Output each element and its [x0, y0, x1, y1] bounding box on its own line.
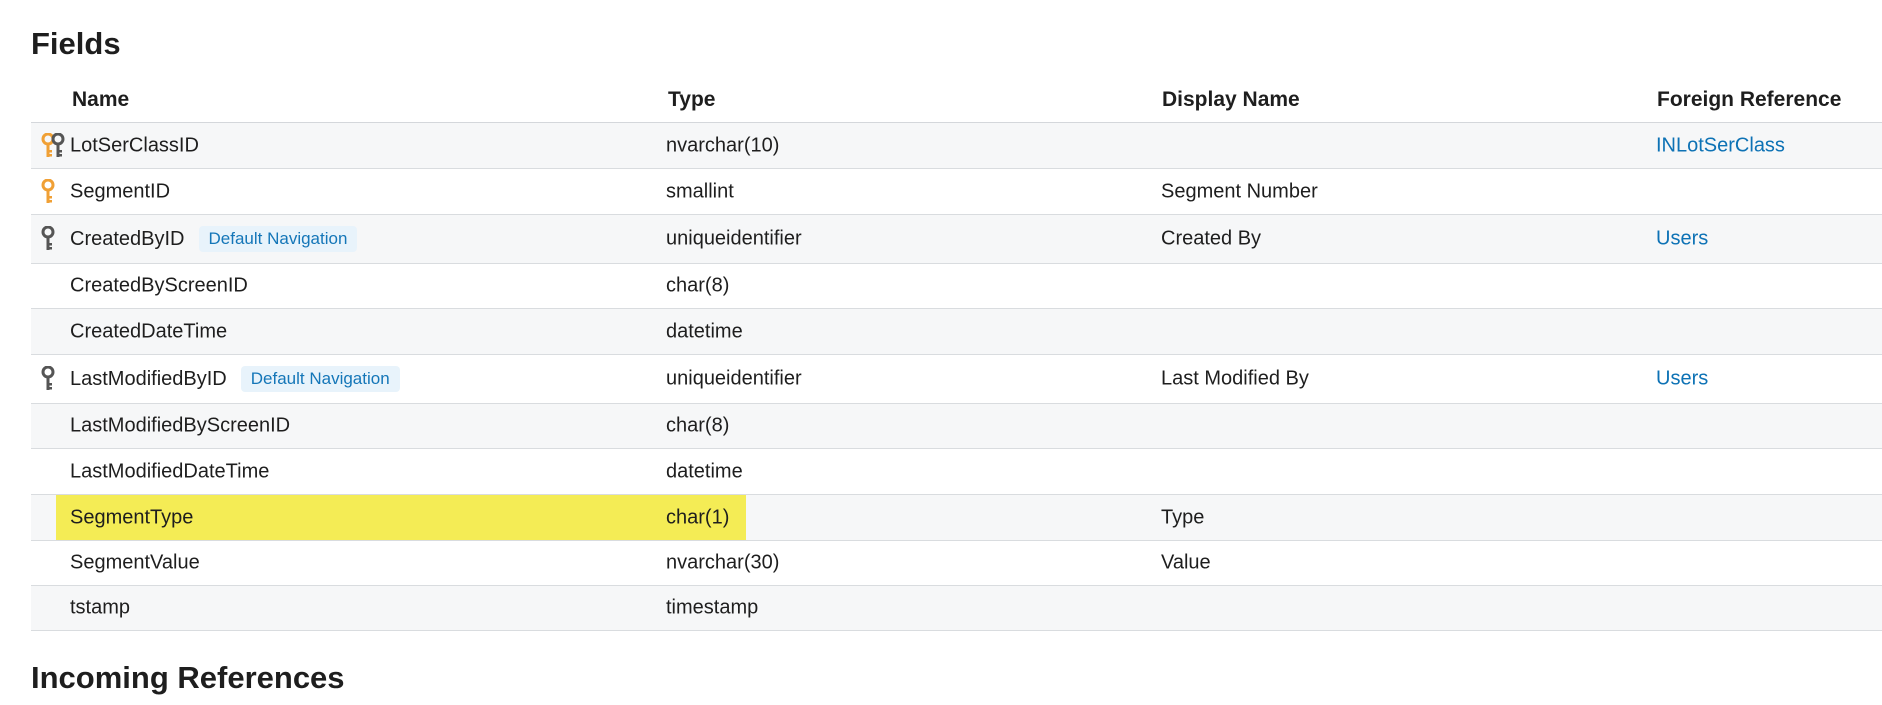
key-icon-group: [41, 132, 65, 159]
field-type: datetime: [666, 460, 743, 482]
foreign-key-icon: [41, 226, 55, 252]
foreign-reference-link[interactable]: Users: [1656, 228, 1708, 251]
default-navigation-badge[interactable]: Default Navigation: [240, 366, 400, 392]
key-icon-group: [41, 226, 55, 252]
table-row: SegmentID smallint Segment Number: [31, 169, 1882, 215]
field-name-cell: CreatedByScreenID: [70, 275, 248, 298]
table-row: SegmentType char(1) Type: [31, 495, 1882, 541]
field-display-name: Created By: [1161, 227, 1262, 250]
key-icon-group: [41, 366, 55, 392]
field-name: LastModifiedDateTime: [70, 460, 270, 482]
table-row: LastModifiedByScreenID char(8): [31, 404, 1882, 449]
col-header-foreign-reference[interactable]: Foreign Reference: [1657, 88, 1841, 112]
col-header-display-name[interactable]: Display Name: [1162, 88, 1300, 112]
table-row: CreatedDateTime datetime: [31, 309, 1882, 355]
field-display-name: Last Modified By: [1161, 367, 1309, 390]
foreign-reference-link[interactable]: INLotSerClass: [1656, 134, 1785, 157]
field-display-name: Type: [1161, 506, 1205, 528]
incoming-references-heading: Incoming References: [31, 660, 345, 695]
table-header: Name Type Display Name Foreign Reference: [31, 78, 1882, 123]
field-name-cell: SegmentID: [70, 180, 170, 203]
field-display-name: Value: [1161, 551, 1211, 574]
field-name-cell: SegmentValue: [70, 552, 200, 575]
key-icon-group: [41, 178, 55, 205]
table-row: LastModifiedByID Default Navigation unique…: [31, 355, 1882, 404]
field-type: nvarchar(10): [666, 134, 780, 156]
field-name-cell: LastModifiedByID Default Navigation: [70, 366, 400, 392]
field-name-cell: LastModifiedByScreenID: [70, 415, 290, 438]
field-name: LastModifiedByScreenID: [70, 414, 291, 437]
field-type: char(8): [666, 274, 730, 297]
col-header-name[interactable]: Name: [72, 88, 129, 112]
foreign-key-icon: [41, 366, 55, 392]
table-row: tstamp timestamp: [31, 586, 1882, 631]
field-name: SegmentID: [70, 180, 171, 202]
field-name-cell: CreatedDateTime: [70, 320, 227, 343]
field-name: CreatedByScreenID: [70, 274, 248, 297]
field-name: tstamp: [70, 596, 131, 619]
table-row: LotSerClassID nvarchar(10) INLotSerClass: [31, 123, 1882, 169]
col-header-type[interactable]: Type: [668, 88, 715, 112]
field-type: timestamp: [666, 596, 759, 619]
field-name-cell: SegmentType: [70, 506, 193, 529]
field-display-name: Segment Number: [1161, 180, 1318, 202]
fields-heading: Fields: [31, 26, 121, 61]
field-type: char(1): [666, 506, 730, 528]
field-name: CreatedDateTime: [70, 320, 228, 342]
field-name: SegmentType: [70, 506, 194, 528]
primary-key-icon: [41, 178, 55, 205]
field-type: datetime: [666, 320, 743, 342]
field-name: LastModifiedByID: [70, 367, 227, 390]
field-name: LotSerClassID: [70, 134, 199, 156]
field-name-cell: CreatedByID Default Navigation: [70, 226, 358, 252]
table-row: CreatedByScreenID char(8): [31, 264, 1882, 309]
table-row: CreatedByID Default Navigation uniqueident…: [31, 215, 1882, 264]
fields-table: Name Type Display Name Foreign Reference…: [31, 78, 1882, 631]
table-row: SegmentValue nvarchar(30) Value: [31, 541, 1882, 586]
foreign-reference-link[interactable]: Users: [1656, 368, 1708, 391]
table-row: LastModifiedDateTime datetime: [31, 449, 1882, 495]
field-type: uniqueidentifier: [666, 227, 802, 250]
foreign-key-icon: [51, 132, 65, 159]
field-name-cell: tstamp: [70, 597, 130, 620]
field-type: nvarchar(30): [666, 551, 780, 574]
table-body: LotSerClassID nvarchar(10) INLotSerClass Se…: [31, 123, 1882, 631]
default-navigation-badge[interactable]: Default Navigation: [198, 226, 358, 252]
field-type: char(8): [666, 414, 730, 437]
field-name: CreatedByID: [70, 227, 185, 250]
field-name-cell: LotSerClassID: [70, 134, 199, 157]
field-name-cell: LastModifiedDateTime: [70, 460, 269, 483]
field-type: uniqueidentifier: [666, 367, 802, 390]
field-type: smallint: [666, 180, 734, 202]
field-name: SegmentValue: [70, 551, 200, 574]
